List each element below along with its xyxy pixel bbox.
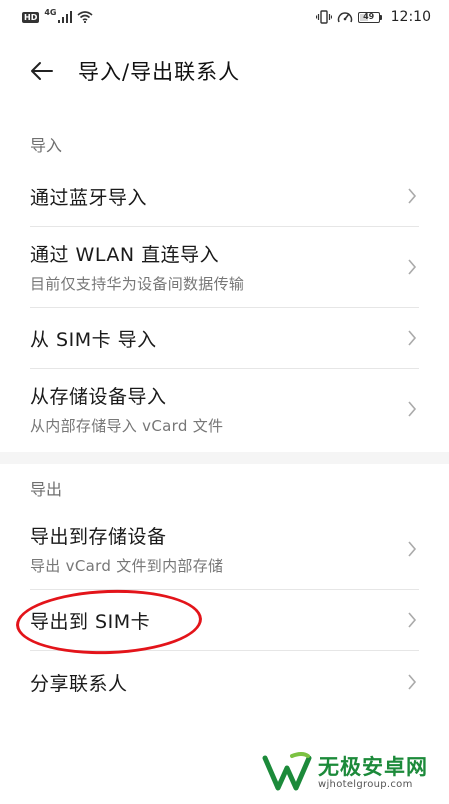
watermark-text: 无极安卓网 wjhotelgroup.com <box>318 755 428 791</box>
wifi-icon <box>77 11 94 23</box>
section-separator <box>0 452 449 464</box>
chevron-right-icon <box>408 541 417 557</box>
item-title: 导出到存储设备 <box>30 526 167 548</box>
chevron-right-icon <box>408 330 417 346</box>
page-title: 导入/导出联系人 <box>78 60 241 84</box>
item-title: 分享联系人 <box>30 672 128 695</box>
battery-tip <box>379 14 382 20</box>
import-via-wlan-direct[interactable]: 通过 WLAN 直连导入 目前仅支持华为设备间数据传输 <box>0 227 449 307</box>
watermark-name: 无极安卓网 <box>318 755 428 779</box>
title-bar: 导入/导出联系人 <box>0 40 449 102</box>
item-title: 从存储设备导入 <box>30 386 167 408</box>
section-header-import: 导入 <box>30 136 63 155</box>
chevron-right-icon <box>408 401 417 417</box>
battery-icon: 49 <box>357 11 382 23</box>
status-left: HD 4G <box>22 8 94 23</box>
chevron-right-icon <box>408 188 417 204</box>
watermark-url: wjhotelgroup.com <box>318 779 413 790</box>
watermark: 无极安卓网 wjhotelgroup.com <box>262 752 428 794</box>
item-subtitle: 目前仅支持华为设备间数据传输 <box>30 275 245 293</box>
battery-body: 49 <box>357 11 380 23</box>
import-via-bluetooth[interactable]: 通过蓝牙导入 <box>0 166 449 226</box>
network-type: 4G <box>44 8 57 17</box>
section-header-export: 导出 <box>30 480 63 499</box>
status-bar: HD 4G 49 12:10 <box>0 0 449 34</box>
speedometer-icon <box>337 10 353 24</box>
status-right: 49 12:10 <box>315 9 431 25</box>
item-subtitle: 导出 vCard 文件到内部存储 <box>30 557 224 575</box>
chevron-right-icon <box>408 612 417 628</box>
hd-badge: HD <box>22 11 40 23</box>
item-subtitle: 从内部存储导入 vCard 文件 <box>30 417 224 435</box>
item-title: 从 SIM卡 导入 <box>30 328 157 351</box>
chevron-right-icon <box>408 674 417 690</box>
back-button[interactable] <box>20 49 64 93</box>
item-title: 通过蓝牙导入 <box>30 186 148 209</box>
import-from-sim[interactable]: 从 SIM卡 导入 <box>0 308 449 368</box>
signal-icon <box>58 11 73 23</box>
vibrate-icon <box>315 10 332 24</box>
import-from-storage[interactable]: 从存储设备导入 从内部存储导入 vCard 文件 <box>0 369 449 449</box>
chevron-right-icon <box>408 259 417 275</box>
battery-fill <box>359 13 368 21</box>
share-contacts[interactable]: 分享联系人 <box>0 651 449 713</box>
export-to-storage[interactable]: 导出到存储设备 导出 vCard 文件到内部存储 <box>0 509 449 589</box>
item-title: 导出到 SIM卡 <box>30 610 151 633</box>
item-title: 通过 WLAN 直连导入 <box>30 244 220 266</box>
watermark-logo-icon <box>262 752 312 791</box>
export-to-sim[interactable]: 导出到 SIM卡 <box>0 590 449 650</box>
status-time: 12:10 <box>390 9 431 25</box>
arrow-left-icon <box>31 62 53 80</box>
